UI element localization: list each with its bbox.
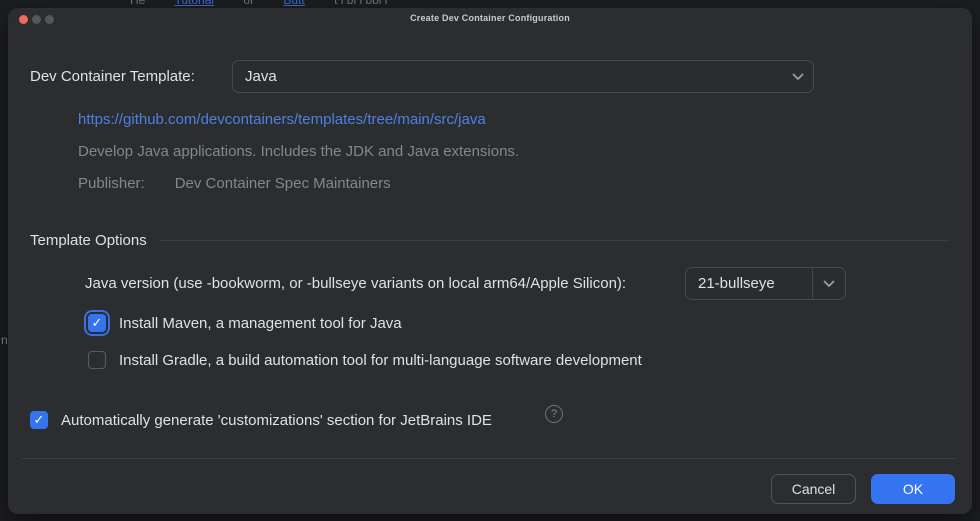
background-text-fragment: t l bl l bbl i <box>334 0 387 7</box>
install-maven-row: ✓ Install Maven, a management tool for J… <box>88 314 402 332</box>
install-gradle-row: ✓ Install Gradle, a build automation too… <box>88 351 642 369</box>
background-link-fragment: Tutorial <box>174 0 214 7</box>
java-version-dropdown-value: 21-bullseye <box>686 275 812 292</box>
cancel-button[interactable]: Cancel <box>771 474 856 504</box>
install-maven-checkbox[interactable]: ✓ <box>88 314 106 332</box>
install-maven-label[interactable]: Install Maven, a management tool for Jav… <box>119 315 402 332</box>
template-dropdown[interactable]: Java <box>232 60 814 93</box>
background-text-fragment: He <box>130 0 145 7</box>
chevron-down-icon <box>812 268 845 299</box>
title-bar: Create Dev Container Configuration <box>8 8 972 32</box>
template-label: Dev Container Template: <box>30 60 195 93</box>
java-version-dropdown[interactable]: 21-bullseye <box>685 267 846 300</box>
generate-customizations-row: ✓ Automatically generate 'customizations… <box>30 411 492 429</box>
ok-button[interactable]: OK <box>871 474 955 504</box>
check-icon: ✓ <box>34 412 45 428</box>
template-dropdown-value: Java <box>233 68 783 85</box>
background-editor-strip: He Tutorial or Butt t l bl l bbl i <box>0 0 980 8</box>
install-gradle-label[interactable]: Install Gradle, a build automation tool … <box>119 352 642 369</box>
publisher-row: Publisher: Dev Container Spec Maintainer… <box>78 175 391 192</box>
generate-customizations-checkbox[interactable]: ✓ <box>30 411 48 429</box>
background-link-fragment: Butt <box>283 0 304 7</box>
background-text-fragment: or <box>243 0 254 7</box>
template-source-link[interactable]: https://github.com/devcontainers/templat… <box>78 111 486 128</box>
template-options-section-header: Template Options <box>30 232 950 249</box>
publisher-value: Dev Container Spec Maintainers <box>175 175 391 192</box>
help-icon[interactable]: ? <box>545 405 563 423</box>
footer-divider <box>22 458 958 459</box>
publisher-label: Publisher: <box>78 175 145 192</box>
section-title: Template Options <box>30 232 147 249</box>
template-description: Develop Java applications. Includes the … <box>78 143 519 160</box>
java-version-label: Java version (use -bookworm, or -bullsey… <box>85 267 626 300</box>
background-editor-text: He Tutorial or Butt t l bl l bbl i <box>130 0 413 7</box>
generate-customizations-label[interactable]: Automatically generate 'customizations' … <box>61 412 492 429</box>
chevron-down-icon <box>783 61 813 92</box>
check-icon: ✓ <box>92 315 103 331</box>
create-dev-container-dialog: Create Dev Container Configuration Dev C… <box>8 8 972 514</box>
check-icon: ✓ <box>92 352 103 368</box>
install-gradle-checkbox[interactable]: ✓ <box>88 351 106 369</box>
section-divider <box>159 240 950 241</box>
window-title: Create Dev Container Configuration <box>8 13 972 23</box>
